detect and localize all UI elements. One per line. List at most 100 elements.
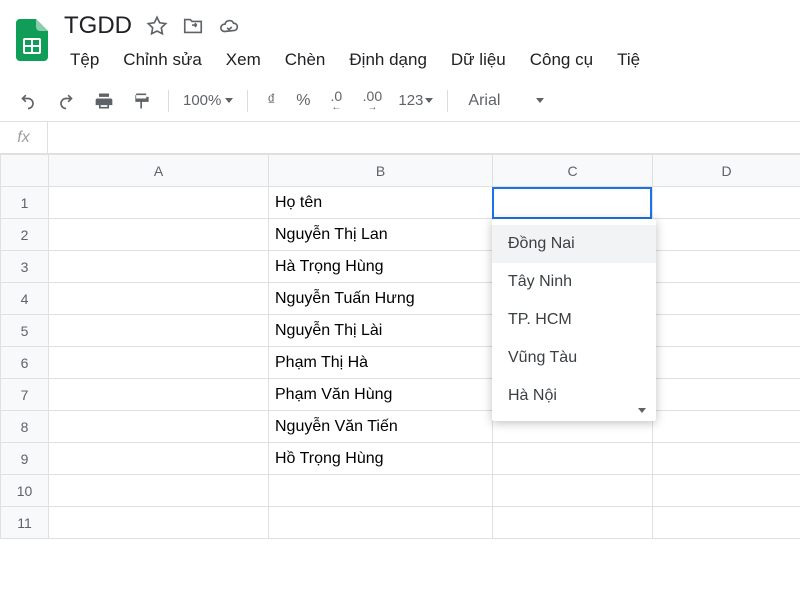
row-header[interactable]: 5: [1, 315, 49, 347]
chevron-down-icon: [425, 98, 433, 103]
more-formats-button[interactable]: 123: [392, 92, 439, 109]
title-area: TGDD Tệp Chỉnh sửa Xem Chèn Định dạng Dữ…: [56, 8, 792, 80]
cell[interactable]: [493, 443, 653, 475]
menu-file[interactable]: Tệp: [60, 48, 109, 72]
sheets-icon: [16, 19, 48, 61]
print-icon: [94, 91, 114, 111]
menu-data[interactable]: Dữ liệu: [441, 48, 516, 72]
toolbar: 100% ₫ % .0← .00→ 123 Arial: [0, 80, 800, 122]
cell[interactable]: [49, 411, 269, 443]
dropdown-option[interactable]: Vũng Tàu: [492, 339, 656, 377]
cell[interactable]: [653, 379, 800, 411]
cell[interactable]: Nguyễn Thị Lan: [269, 219, 493, 251]
fx-label[interactable]: fx: [0, 122, 48, 153]
row-header[interactable]: 4: [1, 283, 49, 315]
undo-button[interactable]: [10, 86, 46, 116]
app-logo[interactable]: [8, 16, 56, 64]
cell[interactable]: [653, 411, 800, 443]
cell[interactable]: Nguyễn Văn Tiến: [269, 411, 493, 443]
cell[interactable]: [653, 443, 800, 475]
cell[interactable]: [653, 187, 800, 219]
cell[interactable]: [49, 507, 269, 539]
menu-bar: Tệp Chỉnh sửa Xem Chèn Định dạng Dữ liệu…: [60, 44, 792, 80]
spreadsheet-grid: A B C D 1 Họ tênTỉnh 2 Nguyễn Thị Lan 3 Hà …: [0, 154, 800, 539]
header: TGDD Tệp Chỉnh sửa Xem Chèn Định dạng Dữ…: [0, 0, 800, 80]
dropdown-option[interactable]: Tây Ninh: [492, 263, 656, 301]
cell[interactable]: [269, 475, 493, 507]
font-select[interactable]: Arial: [456, 92, 556, 110]
format-percent-button[interactable]: %: [288, 92, 318, 110]
paint-icon: [132, 91, 152, 111]
row-header[interactable]: 7: [1, 379, 49, 411]
cell[interactable]: Họ tên: [269, 187, 493, 219]
column-header-D[interactable]: D: [653, 155, 800, 187]
chevron-down-icon: [225, 98, 233, 103]
cell[interactable]: [653, 283, 800, 315]
redo-icon: [56, 91, 76, 111]
row-header[interactable]: 8: [1, 411, 49, 443]
cell[interactable]: [653, 251, 800, 283]
cell[interactable]: Hồ Trọng Hùng: [269, 443, 493, 475]
cell[interactable]: [49, 347, 269, 379]
menu-edit[interactable]: Chỉnh sửa: [113, 48, 211, 72]
cell[interactable]: [49, 443, 269, 475]
document-title[interactable]: TGDD: [60, 10, 136, 42]
row-header[interactable]: 9: [1, 443, 49, 475]
chevron-down-icon: [638, 408, 646, 413]
row-header[interactable]: 1: [1, 187, 49, 219]
cell[interactable]: [49, 379, 269, 411]
chevron-down-icon: [536, 98, 544, 103]
cell[interactable]: Hà Trọng Hùng: [269, 251, 493, 283]
dropdown-option[interactable]: TP. HCM: [492, 301, 656, 339]
cell[interactable]: Nguyễn Tuấn Hưng: [269, 283, 493, 315]
column-header-A[interactable]: A: [49, 155, 269, 187]
row-header[interactable]: 2: [1, 219, 49, 251]
data-validation-dropdown: Đồng Nai Tây Ninh TP. HCM Vũng Tàu Hà Nộ…: [492, 219, 656, 421]
increase-decimal-button[interactable]: .00→: [354, 86, 390, 116]
cell[interactable]: [49, 251, 269, 283]
cell[interactable]: [49, 315, 269, 347]
dropdown-option[interactable]: Hà Nội: [492, 377, 656, 415]
cell[interactable]: [653, 315, 800, 347]
menu-view[interactable]: Xem: [216, 48, 271, 72]
cell[interactable]: Phạm Thị Hà: [269, 347, 493, 379]
cell[interactable]: [49, 283, 269, 315]
menu-insert[interactable]: Chèn: [275, 48, 336, 72]
row-header[interactable]: 11: [1, 507, 49, 539]
move-icon[interactable]: [182, 15, 204, 37]
cell[interactable]: [493, 507, 653, 539]
cell[interactable]: [653, 347, 800, 379]
menu-tools[interactable]: Công cụ: [520, 48, 603, 72]
cell[interactable]: [49, 475, 269, 507]
cell[interactable]: [49, 187, 269, 219]
menu-extensions[interactable]: Tiệ: [607, 48, 650, 72]
column-header-C[interactable]: C: [493, 155, 653, 187]
cell[interactable]: [653, 507, 800, 539]
decrease-decimal-button[interactable]: .0←: [320, 86, 352, 116]
zoom-select[interactable]: 100%: [177, 92, 239, 109]
row-header[interactable]: 6: [1, 347, 49, 379]
cell[interactable]: [493, 475, 653, 507]
formula-input[interactable]: [48, 122, 800, 153]
cell[interactable]: Nguyễn Thị Lài: [269, 315, 493, 347]
select-all-corner[interactable]: [1, 155, 49, 187]
menu-format[interactable]: Định dạng: [339, 48, 437, 72]
column-header-B[interactable]: B: [269, 155, 493, 187]
cell[interactable]: [49, 219, 269, 251]
cell[interactable]: [269, 507, 493, 539]
star-icon[interactable]: [146, 15, 168, 37]
row-header[interactable]: 10: [1, 475, 49, 507]
row-header[interactable]: 3: [1, 251, 49, 283]
undo-icon: [18, 91, 38, 111]
print-button[interactable]: [86, 86, 122, 116]
dropdown-option[interactable]: Đồng Nai: [492, 225, 656, 263]
paint-format-button[interactable]: [124, 86, 160, 116]
redo-button[interactable]: [48, 86, 84, 116]
formula-bar: fx: [0, 122, 800, 154]
cell[interactable]: Tỉnh: [493, 187, 653, 219]
format-currency-button[interactable]: ₫: [256, 92, 286, 110]
cell[interactable]: [653, 219, 800, 251]
cell[interactable]: Phạm Văn Hùng: [269, 379, 493, 411]
cloud-icon[interactable]: [218, 15, 240, 37]
cell[interactable]: [653, 475, 800, 507]
